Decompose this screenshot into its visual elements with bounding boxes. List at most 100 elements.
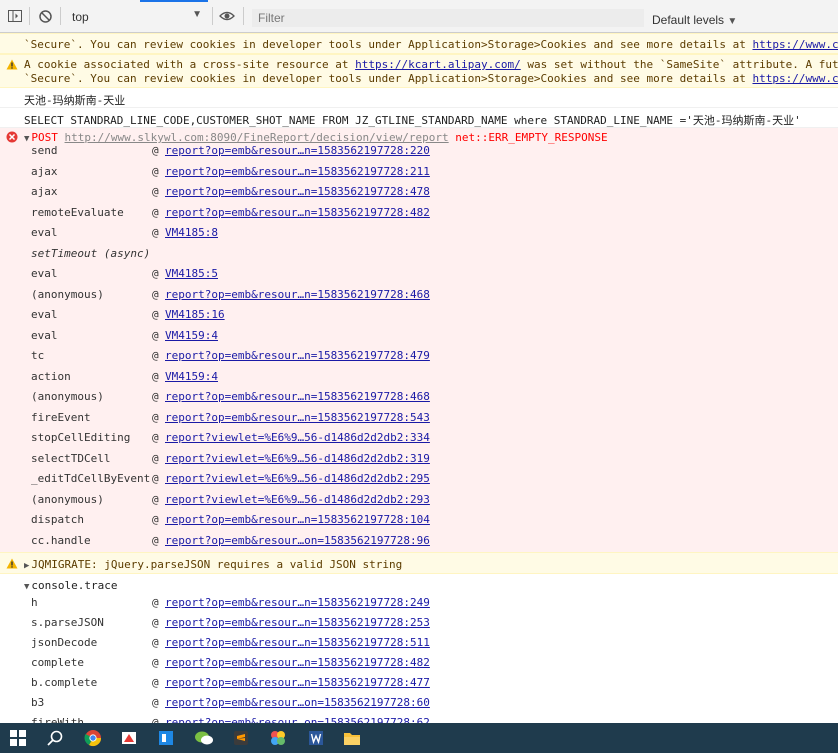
- cookie-warning: A cookie associated with a cross-site re…: [0, 54, 838, 88]
- stack-frame: action @ VM4159:4: [0, 367, 838, 388]
- frame-source-link[interactable]: report?viewlet=%E6%9…56-d1486d2d2db2:319: [165, 452, 430, 465]
- frame-source-link[interactable]: report?op=emb&resour…n=1583562197728:478: [165, 185, 430, 198]
- frame-at-sign: @: [152, 287, 159, 301]
- frame-source-link[interactable]: VM4185:16: [165, 308, 225, 321]
- frame-function: stopCellEditing: [31, 431, 131, 444]
- message-text: 天池-玛纳斯南-天业: [24, 94, 126, 107]
- app-icon[interactable]: [155, 727, 177, 749]
- stack-frame: eval @ VM4185:5: [0, 264, 838, 285]
- frame-at-sign: @: [152, 369, 159, 383]
- cookie-info-link[interactable]: https://www.ch: [752, 38, 838, 51]
- frame-at-sign: @: [152, 472, 159, 485]
- frame-at-sign: @: [152, 349, 159, 362]
- frame-at-sign: @: [152, 596, 159, 609]
- frame-at-sign: @: [152, 716, 159, 723]
- frame-source-link[interactable]: report?op=emb&resour…n=1583562197728:211: [165, 165, 430, 178]
- triangle-down-icon: ▼: [24, 582, 30, 592]
- sublime-text-icon[interactable]: [230, 727, 252, 749]
- caret-down-icon: ▼: [727, 16, 738, 27]
- console-trace-header[interactable]: ▼ console.trace: [24, 579, 118, 592]
- cookie-warning-tail-1: `Secure`. You can review cookies in deve…: [0, 33, 838, 54]
- frame-source-link[interactable]: report?op=emb&resour…n=1583562197728:253: [165, 616, 430, 629]
- stack-frame: (anonymous) @ report?op=emb&resour…n=15835…: [0, 387, 838, 408]
- frame-function: (anonymous): [31, 287, 104, 301]
- frame-source-link[interactable]: report?op=emb&resour…on=1583562197728:60: [165, 696, 430, 709]
- frame-at-sign: @: [152, 636, 159, 649]
- log-levels-label: Default levels: [652, 13, 725, 27]
- frame-source-link[interactable]: report?op=emb&resour…n=1583562197728:511: [165, 636, 430, 649]
- stack-frame: s.parseJSON @ report?op=emb&resour…n=15835…: [0, 613, 838, 633]
- stack-frame: ajax @ report?op=emb&resour…n=158356219772…: [0, 182, 838, 203]
- frame-source-link[interactable]: report?op=emb&resour…n=1583562197728:468: [165, 390, 430, 403]
- frame-function: fireEvent: [31, 410, 91, 424]
- toolbar-divider: [29, 7, 30, 25]
- stack-frame: b3 @ report?op=emb&resour…on=1583562197728…: [0, 693, 838, 713]
- frame-at-sign: @: [152, 267, 159, 280]
- message-text: `Secure`. You can review cookies in deve…: [24, 38, 753, 51]
- message-text: `Secure`. You can review cookies in deve…: [24, 72, 753, 85]
- frame-at-sign: @: [152, 451, 159, 465]
- chrome-icon[interactable]: [82, 727, 104, 749]
- stack-frame: jsonDecode @ report?op=emb&resour…n=158356…: [0, 633, 838, 653]
- stack-frame: send @ report?op=emb&resour…n=158356219772…: [0, 141, 838, 162]
- frame-source-link[interactable]: report?op=emb&resour…on=1583562197728:96: [165, 534, 430, 547]
- frame-source-link[interactable]: report?op=emb&resour…n=1583562197728:482: [165, 206, 430, 219]
- search-icon[interactable]: [44, 727, 66, 749]
- context-selector[interactable]: top ▼: [64, 6, 208, 26]
- message-text: console.trace: [31, 579, 118, 592]
- frame-at-sign: @: [152, 205, 159, 219]
- photos-icon[interactable]: [267, 727, 289, 749]
- frame-source-link[interactable]: report?viewlet=%E6%9…56-d1486d2d2db2:334: [165, 431, 430, 444]
- jqmigrate-summary[interactable]: ▶ JQMIGRATE: jQuery.parseJSON requires a …: [24, 558, 402, 571]
- frame-source-link[interactable]: VM4159:4: [165, 370, 218, 383]
- log-message: 天池-玛纳斯南-天业: [0, 88, 838, 108]
- log-levels-dropdown[interactable]: Default levels ▼: [652, 13, 737, 27]
- file-explorer-icon[interactable]: [341, 727, 363, 749]
- frame-source-link[interactable]: report?op=emb&resour…n=1583562197728:479: [165, 349, 430, 362]
- clear-console-icon[interactable]: [37, 8, 53, 24]
- stack-frame: h @ report?op=emb&resour…n=1583562197728:2…: [0, 593, 838, 613]
- filter-input[interactable]: [252, 9, 644, 27]
- frame-function: _editTdCellByEvent: [31, 472, 151, 485]
- kcart-link[interactable]: https://kcart.alipay.com/: [355, 58, 521, 71]
- frame-source-link[interactable]: VM4185:8: [165, 226, 218, 239]
- frame-function: b3: [31, 696, 45, 709]
- windows-start-icon[interactable]: [7, 727, 29, 749]
- frame-source-link[interactable]: report?viewlet=%E6%9…56-d1486d2d2db2:295: [165, 472, 430, 485]
- stack-frame: remoteEvaluate @ report?op=emb&resour…n=15…: [0, 203, 838, 224]
- console-trace-group: ▼ console.trace h @ report?op=emb&resour…n=…: [0, 574, 838, 723]
- frame-source-link[interactable]: report?op=emb&resour…n=1583562197728:543: [165, 411, 430, 424]
- message-text: SELECT STANDRAD_LINE_CODE,CUSTOMER_SHOT_…: [24, 114, 801, 127]
- frame-function: eval: [31, 308, 58, 321]
- triangle-right-icon: ▶: [24, 561, 30, 571]
- frame-at-sign: @: [152, 431, 159, 444]
- frame-source-link[interactable]: report?op=emb&resour…n=1583562197728:220: [165, 144, 430, 157]
- wechat-icon[interactable]: [193, 727, 215, 749]
- frame-source-link[interactable]: report?op=emb&resour…n=1583562197728:104: [165, 513, 430, 526]
- stack-frame: (anonymous) @ report?op=emb&resour…n=15835…: [0, 285, 838, 306]
- app-icon[interactable]: [118, 727, 140, 749]
- frame-source-link[interactable]: report?op=emb&resour…n=1583562197728:477: [165, 676, 430, 689]
- frame-function: action: [31, 369, 71, 383]
- frame-source-link[interactable]: report?op=emb&resour…n=1583562197728:468: [165, 288, 430, 301]
- console-toolbar: top ▼ Default levels ▼: [0, 0, 838, 33]
- frame-source-link[interactable]: report?viewlet=%E6%9…56-d1486d2d2db2:293: [165, 493, 430, 506]
- cookie-info-link[interactable]: https://www.ch: [752, 72, 838, 85]
- frame-function: selectTDCell: [31, 451, 111, 465]
- word-icon[interactable]: [305, 727, 327, 749]
- message-text: A cookie associated with a cross-site re…: [24, 58, 356, 71]
- frame-source-link[interactable]: report?op=emb&resour…n=1583562197728:249: [165, 596, 430, 609]
- frame-source-link[interactable]: VM4185:5: [165, 267, 218, 280]
- frame-at-sign: @: [152, 164, 159, 178]
- toolbar-divider: [212, 7, 213, 25]
- caret-down-icon: ▼: [192, 9, 202, 20]
- stack-frame: (anonymous) @ report?viewlet=%E6%9…56-d148…: [0, 490, 838, 511]
- stack-frame: ajax @ report?op=emb&resour…n=158356219772…: [0, 162, 838, 183]
- sidebar-toggle-icon[interactable]: [7, 8, 23, 24]
- error-message: ▼ POST http://www.slkywl.com:8090/FineRep…: [0, 128, 838, 552]
- frame-source-link[interactable]: report?op=emb&resour…on=1583562197728:62: [165, 716, 430, 723]
- frame-source-link[interactable]: report?op=emb&resour…n=1583562197728:482: [165, 656, 430, 669]
- live-expression-eye-icon[interactable]: [219, 8, 235, 24]
- frame-source-link[interactable]: VM4159:4: [165, 329, 218, 342]
- warning-icon: [6, 59, 18, 73]
